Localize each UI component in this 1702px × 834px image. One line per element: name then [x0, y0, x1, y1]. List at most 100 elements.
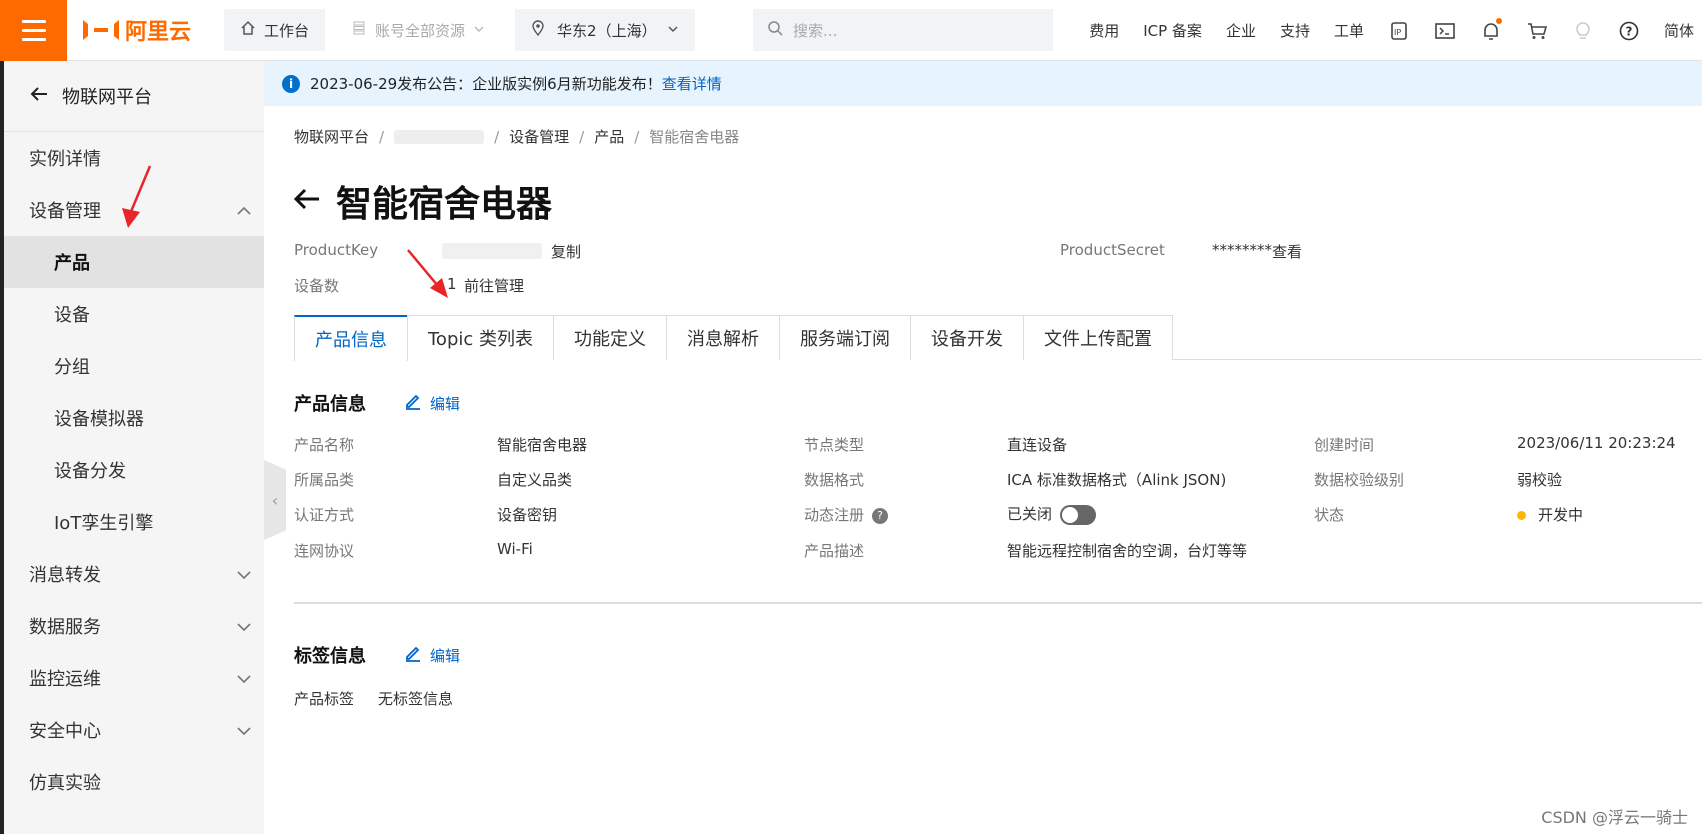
breadcrumb: 物联网平台 / / 设备管理 / 产品 / 智能宿舍电器 — [294, 126, 1702, 147]
sidebar-item[interactable]: 数据服务 — [4, 600, 264, 652]
field-value: 自定义品类 — [497, 471, 573, 489]
field-value: ICA 标准数据格式（Alink JSON) — [1007, 471, 1227, 489]
watermark: CSDN @浮云一骑士 — [1541, 808, 1688, 827]
top-link-fees[interactable]: 费用 — [1089, 20, 1119, 41]
annotation-arrow-icon — [122, 165, 152, 228]
cart-icon[interactable] — [1526, 20, 1548, 42]
title-row: 智能宿舍电器 — [293, 175, 1702, 227]
product-info-header: 产品信息 编辑 — [294, 390, 1702, 416]
chevron-up-icon — [236, 200, 252, 221]
manage-devices-link[interactable]: 前往管理 — [464, 275, 524, 296]
top-bar: 阿里云 工作台 账号全部资源 华东2（上海） 搜索... 费用 ICP 备案 企 — [0, 0, 1702, 61]
field-label: 产品描述 — [804, 542, 865, 560]
pencil-icon — [404, 392, 422, 414]
field-value: 开发中 — [1538, 506, 1584, 524]
breadcrumb-item[interactable]: 物联网平台 — [294, 126, 369, 147]
product-info-grid: 产品名称 智能宿舍电器 节点类型 直连设备 创建时间 2023/06/11 20… — [294, 434, 1702, 570]
back-arrow-icon[interactable] — [293, 188, 320, 214]
field-value: 已关闭 — [1007, 505, 1053, 523]
product-secret-value: ******** — [1212, 241, 1272, 259]
bell-icon[interactable] — [1480, 17, 1502, 42]
svg-text:IP: IP — [1394, 28, 1401, 37]
sidebar-item[interactable]: 设备模拟器 — [4, 392, 264, 444]
sidebar-item[interactable]: 安全中心 — [4, 704, 264, 756]
home-icon — [240, 20, 256, 40]
arrow-left-icon — [30, 86, 48, 107]
sidebar-item[interactable]: 消息转发 — [4, 548, 264, 600]
section-divider — [294, 602, 1702, 604]
section-title: 产品信息 — [294, 394, 366, 415]
chevron-down-icon — [236, 720, 252, 741]
copy-link[interactable]: 复制 — [551, 241, 581, 262]
sidebar-back-label: 物联网平台 — [62, 87, 152, 108]
product-secret-label: ProductSecret — [1060, 241, 1165, 259]
language-switch[interactable]: 简体 — [1664, 20, 1694, 41]
sidebar-back[interactable]: 物联网平台 — [4, 61, 264, 132]
breadcrumb-separator: / — [634, 127, 640, 146]
section-title: 标签信息 — [294, 646, 366, 667]
sidebar-item-label: 仿真实验 — [29, 773, 101, 794]
view-secret-link[interactable]: 查看 — [1272, 241, 1302, 262]
sidebar-item[interactable]: 产品 — [4, 236, 264, 288]
top-link-support[interactable]: 支持 — [1280, 20, 1310, 41]
top-link-icp[interactable]: ICP 备案 — [1143, 20, 1202, 41]
resources-dropdown[interactable]: 账号全部资源 — [335, 9, 501, 51]
announcement-link[interactable]: 查看详情 — [662, 73, 722, 94]
sidebar-item[interactable]: 设备分发 — [4, 444, 264, 496]
breadcrumb-item[interactable]: 设备管理 — [509, 126, 569, 147]
sidebar-collapse-handle[interactable]: ‹ — [264, 460, 286, 540]
sidebar-item[interactable]: IoT孪生引擎 — [4, 496, 264, 548]
sidebar-item-label: 设备管理 — [29, 201, 101, 222]
edit-product-button[interactable]: 编辑 — [404, 392, 460, 414]
chevron-left-icon: ‹ — [271, 490, 279, 510]
breadcrumb-instance-redacted[interactable] — [394, 129, 485, 144]
workbench-button[interactable]: 工作台 — [224, 9, 326, 51]
field-value: Wi-Fi — [497, 540, 533, 558]
sidebar-item-label: 监控运维 — [29, 669, 101, 690]
tab-function-definition[interactable]: 功能定义 — [553, 315, 667, 360]
tab-product-info[interactable]: 产品信息 — [294, 315, 408, 361]
hamburger-menu-button[interactable] — [0, 0, 67, 61]
search-icon — [767, 20, 783, 40]
dynamic-register-label: 动态注册? — [804, 504, 889, 525]
logo-text: 阿里云 — [125, 20, 192, 45]
region-selector[interactable]: 华东2（上海） — [515, 9, 696, 51]
field-label: 所属品类 — [294, 471, 355, 489]
chevron-down-icon — [236, 616, 252, 637]
sidebar-item[interactable]: 监控运维 — [4, 652, 264, 704]
field-value: 2023/06/11 20:23:24 — [1517, 434, 1676, 452]
tab-file-upload-config[interactable]: 文件上传配置 — [1023, 315, 1173, 360]
edit-tags-button[interactable]: 编辑 — [404, 644, 460, 666]
top-link-ticket[interactable]: 工单 — [1334, 20, 1364, 41]
tab-message-parsing[interactable]: 消息解析 — [666, 315, 780, 360]
ip-icon[interactable]: IP — [1388, 20, 1410, 42]
tab-server-subscription[interactable]: 服务端订阅 — [779, 315, 911, 360]
dynamic-register-toggle[interactable] — [1060, 504, 1097, 525]
field-label: 创建时间 — [1314, 436, 1375, 454]
tag-info-header: 标签信息 编辑 — [294, 642, 1702, 668]
status-dot-icon — [1517, 511, 1526, 520]
tab-device-development[interactable]: 设备开发 — [910, 315, 1024, 360]
lightbulb-icon[interactable] — [1572, 20, 1594, 42]
breadcrumb-item[interactable]: 产品 — [594, 126, 624, 147]
sidebar-item[interactable]: 设备 — [4, 288, 264, 340]
chevron-down-icon — [236, 564, 252, 585]
database-icon — [351, 20, 367, 40]
field-label: 节点类型 — [804, 436, 865, 454]
sidebar-item-label: 产品 — [54, 253, 90, 274]
terminal-icon[interactable] — [1434, 20, 1456, 42]
sidebar-item-label: 消息转发 — [29, 565, 101, 586]
chevron-down-icon — [667, 21, 679, 39]
tab-topic-list[interactable]: Topic 类列表 — [407, 315, 554, 360]
field-value: 智能远程控制宿舍的空调，台灯等等 — [1007, 542, 1248, 560]
sidebar-item[interactable]: 分组 — [4, 340, 264, 392]
top-links: 费用 ICP 备案 企业 支持 工单 IP ? 简体 — [1089, 0, 1702, 61]
aliyun-logo[interactable]: 阿里云 — [83, 14, 203, 46]
top-link-enterprise[interactable]: 企业 — [1226, 20, 1256, 41]
help-icon[interactable]: ? — [872, 507, 889, 524]
dynamic-register-value: 已关闭 — [1007, 503, 1097, 525]
sidebar-item-label: 设备模拟器 — [54, 409, 144, 430]
search-box[interactable]: 搜索... — [753, 9, 1054, 51]
sidebar-item[interactable]: 仿真实验 — [4, 756, 264, 808]
help-icon[interactable]: ? — [1618, 20, 1640, 42]
